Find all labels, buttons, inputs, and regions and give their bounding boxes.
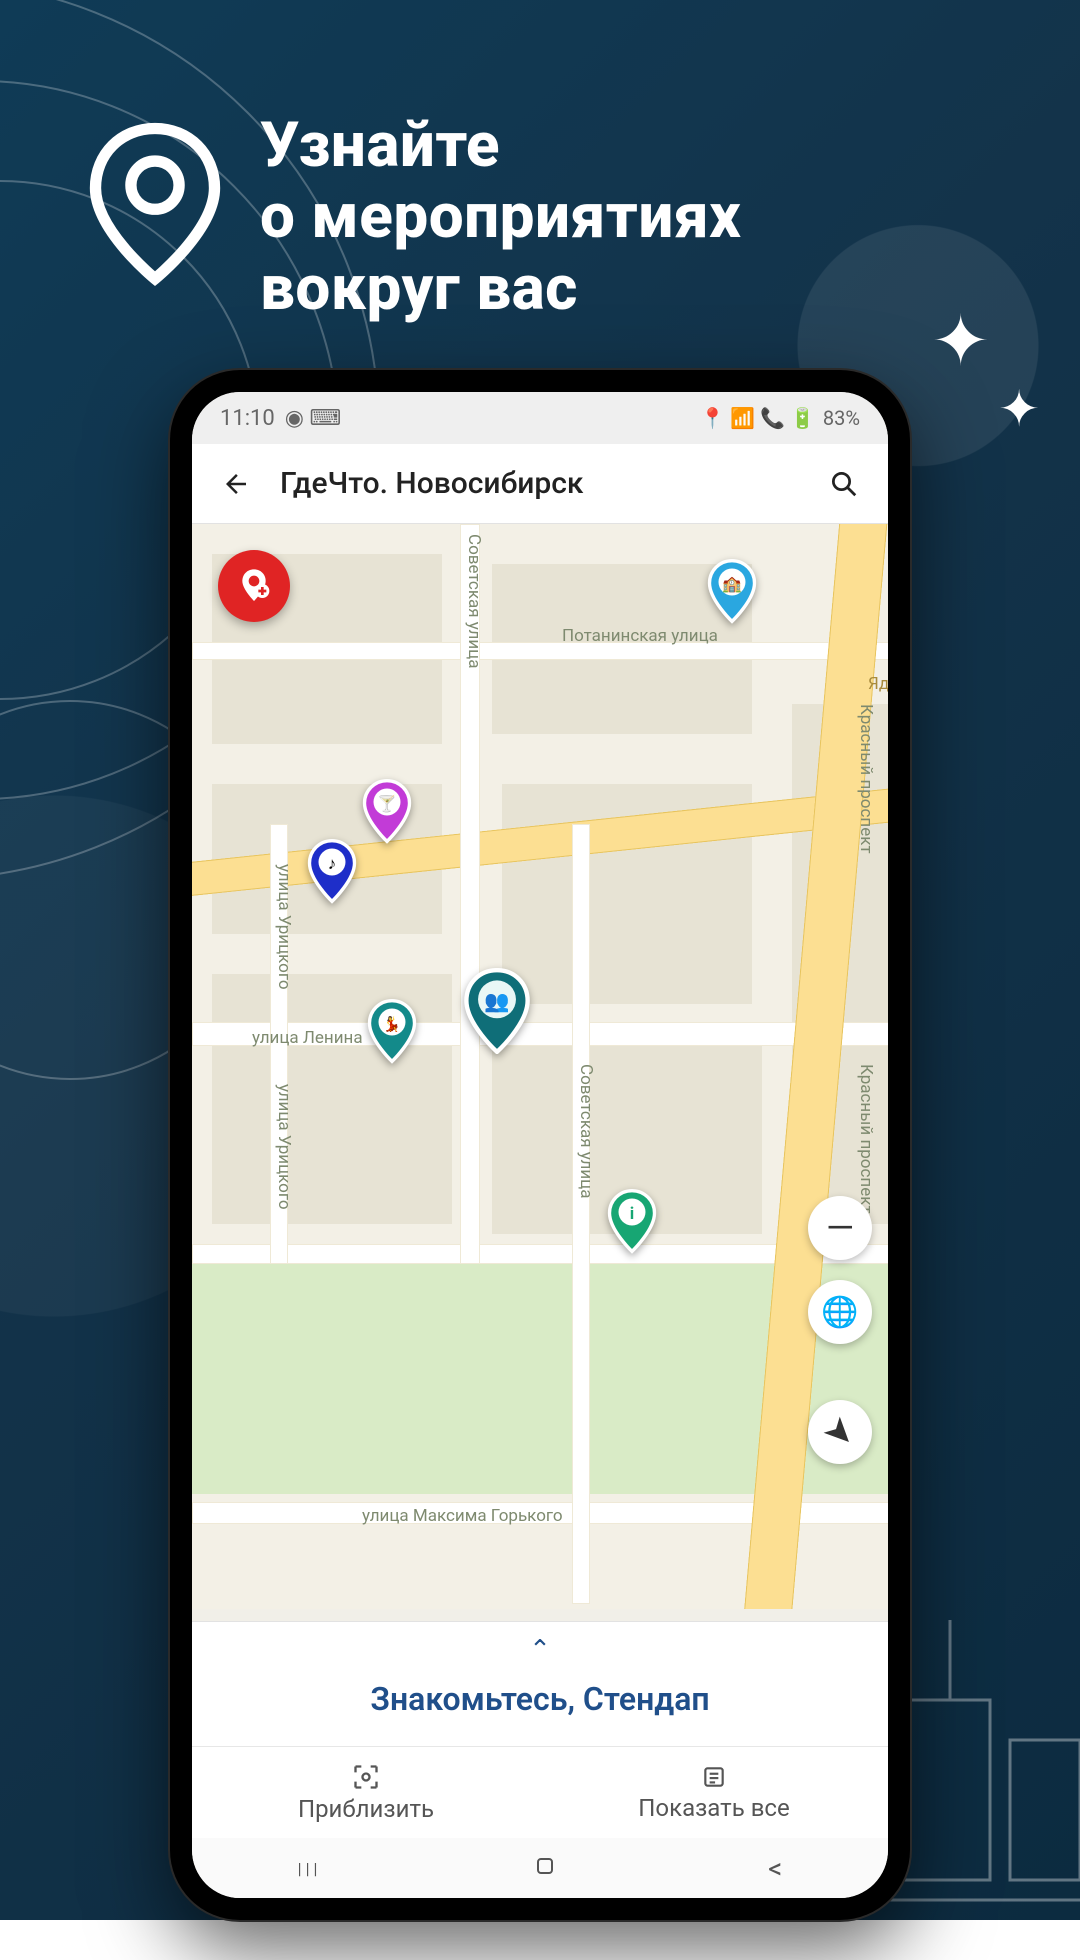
street-label: Красный проспект bbox=[856, 704, 876, 854]
phone-mockup: 11:10 ◉ ⌨ 📍 📶 📞 🔋 83% ГдеЧто. Новосибирс… bbox=[170, 370, 910, 1920]
search-icon bbox=[829, 469, 859, 499]
search-button[interactable] bbox=[820, 460, 868, 508]
zoom-out-button[interactable]: — bbox=[808, 1196, 872, 1260]
nav-recent-button[interactable]: ||| bbox=[298, 1859, 322, 1878]
street-label: улица Ленина bbox=[252, 1028, 363, 1048]
location-arrow-icon: ➤ bbox=[814, 1406, 865, 1457]
nav-home-button[interactable] bbox=[533, 1854, 557, 1882]
sparkle-icon: ✦ bbox=[931, 300, 990, 383]
globe-icon: 🌐 bbox=[821, 1295, 858, 1330]
locate-me-button[interactable]: ➤ bbox=[808, 1400, 872, 1464]
street-label: улица Урицкого bbox=[274, 864, 294, 990]
show-all-label: Показать все bbox=[638, 1794, 789, 1822]
pin-featured[interactable]: 👥 bbox=[462, 968, 532, 1054]
add-location-button[interactable] bbox=[218, 550, 290, 622]
status-left: 11:10 ◉ ⌨ bbox=[220, 406, 341, 431]
status-bar: 11:10 ◉ ⌨ 📍 📶 📞 🔋 83% bbox=[192, 392, 888, 444]
map-road bbox=[572, 824, 590, 1604]
pin-info[interactable]: i bbox=[605, 1188, 659, 1254]
street-label: Советская улица bbox=[576, 1064, 596, 1198]
nav-back-button[interactable]: < bbox=[768, 1852, 782, 1885]
zoom-to-button[interactable]: Приблизить bbox=[192, 1747, 540, 1838]
pin-plus-icon bbox=[234, 566, 274, 606]
street-label: Советская улица bbox=[464, 534, 484, 668]
svg-text:💃: 💃 bbox=[383, 1015, 401, 1033]
svg-text:♪: ♪ bbox=[328, 854, 336, 874]
pin-dance[interactable]: 💃 bbox=[365, 998, 419, 1064]
event-title: Знакомьтесь, Стендап bbox=[192, 1680, 888, 1718]
android-nav-bar: ||| < bbox=[192, 1838, 888, 1898]
pin-music[interactable]: ♪ bbox=[305, 838, 359, 904]
svg-text:👥: 👥 bbox=[484, 989, 509, 1013]
svg-text:i: i bbox=[630, 1204, 634, 1224]
square-icon bbox=[533, 1854, 557, 1878]
zoom-label: Приблизить bbox=[298, 1795, 434, 1823]
headline-line: Узнайте bbox=[260, 109, 500, 182]
headline-line: вокруг вас bbox=[260, 252, 578, 325]
map-layers-button[interactable]: 🌐 bbox=[808, 1280, 872, 1344]
show-all-button[interactable]: Показать все bbox=[540, 1747, 888, 1838]
svg-text:🏫: 🏫 bbox=[722, 574, 742, 593]
bottom-bar: Приблизить Показать все bbox=[192, 1746, 888, 1838]
street-label: Красный проспект bbox=[856, 1064, 876, 1214]
street-label: Потанинская улица bbox=[562, 626, 718, 646]
app-header: ГдеЧто. Новосибирск bbox=[192, 444, 888, 524]
status-battery: 83% bbox=[823, 406, 860, 430]
promo-headline: Узнайте о мероприятиях вокруг вас bbox=[260, 110, 741, 324]
map-canvas[interactable]: Советская улица Советская улица Потанинс… bbox=[192, 524, 888, 1609]
status-signal-icons: 📍 📶 📞 🔋 bbox=[700, 406, 815, 430]
sparkle-icon: ✦ bbox=[998, 380, 1040, 439]
list-icon bbox=[701, 1764, 727, 1790]
map-road bbox=[192, 642, 888, 660]
minus-icon: — bbox=[826, 1207, 854, 1249]
event-card[interactable]: ⌃ Знакомьтесь, Стендап bbox=[192, 1621, 888, 1748]
arrow-left-icon bbox=[221, 469, 251, 499]
headline-line: о мероприятиях bbox=[260, 180, 741, 253]
back-button[interactable] bbox=[212, 460, 260, 508]
pin-drinks[interactable]: 🍸 bbox=[360, 778, 414, 844]
screen: 11:10 ◉ ⌨ 📍 📶 📞 🔋 83% ГдеЧто. Новосибирс… bbox=[192, 392, 888, 1898]
status-app-icons: ◉ ⌨ bbox=[285, 406, 341, 431]
svg-text:🍸: 🍸 bbox=[377, 794, 397, 813]
street-label: Яд bbox=[868, 674, 888, 694]
pin-education[interactable]: 🏫 bbox=[705, 558, 759, 624]
street-label: улица Урицкого bbox=[274, 1084, 294, 1210]
focus-icon bbox=[352, 1763, 380, 1791]
status-right: 📍 📶 📞 🔋 83% bbox=[700, 406, 860, 430]
page-title: ГдеЧто. Новосибирск bbox=[280, 466, 800, 501]
street-label: улица Максима Горького bbox=[362, 1506, 563, 1526]
promo-pin-icon bbox=[80, 120, 230, 290]
chevron-up-icon: ⌃ bbox=[192, 1646, 888, 1654]
status-time: 11:10 bbox=[220, 406, 275, 431]
